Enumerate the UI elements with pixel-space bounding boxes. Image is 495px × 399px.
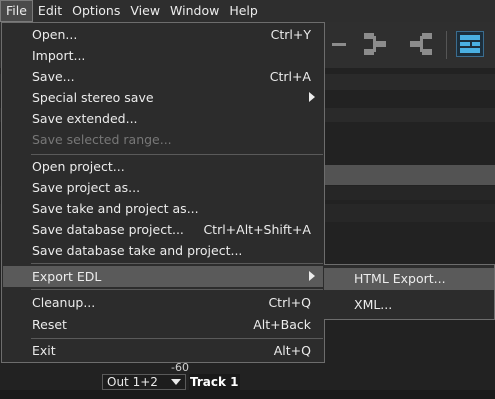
minus-tool-icon[interactable] [326,31,354,57]
tree-branch-icon[interactable] [408,31,436,57]
menu-item-label: Save selected range... [32,132,172,147]
menu-item-save-database-take-and-project[interactable]: Save database take and project... [3,240,323,261]
menu-separator [31,289,323,290]
menu-item-label: Open... [32,27,78,42]
menu-item-label: Save... [32,69,75,84]
menu-item-shortcut: Ctrl+Y [270,27,311,42]
menu-item-label: Cleanup... [32,295,96,310]
selected-region [325,165,495,185]
menu-item-shortcut: Alt+Q [273,343,311,358]
menu-item-label: Export EDL [32,269,102,284]
menu-options[interactable]: Options [67,0,125,22]
menu-edit[interactable]: Edit [33,0,67,22]
structure-view-icon[interactable] [456,31,484,57]
menu-item-save-selected-range: Save selected range... [3,129,323,150]
menu-separator [31,154,323,155]
menu-item-label: Save database project... [32,222,184,237]
menu-item-exit[interactable]: Exit Alt+Q [3,340,323,361]
menu-item-label: Save extended... [32,111,138,126]
menu-item-shortcut: Ctrl+Alt+Shift+A [203,222,311,237]
menu-item-special-stereo-save[interactable]: Special stereo save [3,87,323,108]
menu-item-shortcut: Ctrl+Q [268,295,311,310]
track-name[interactable]: Track 1 [189,374,240,390]
menu-item-open[interactable]: Open... Ctrl+Y [3,24,323,45]
submenu-item-label: HTML Export... [354,271,446,286]
menu-item-export-edl[interactable]: Export EDL [3,266,323,287]
menu-item-label: Save database take and project... [32,243,243,258]
menu-item-label: Special stereo save [32,90,154,105]
menu-file[interactable]: File [0,0,33,22]
toolbar-separator [446,31,447,59]
horizontal-scrollbar[interactable] [0,390,495,399]
menu-item-save[interactable]: Save... Ctrl+A [3,66,323,87]
menu-separator [31,338,323,339]
menu-item-reset[interactable]: Reset Alt+Back [3,314,323,335]
export-edl-submenu: HTML Export... XML... [324,264,495,320]
menu-item-label: Save take and project as... [32,201,199,216]
submenu-item-label: XML... [354,297,393,312]
menu-item-shortcut: Alt+Back [253,317,311,332]
submenu-arrow-icon [309,92,315,102]
menu-item-label: Open project... [32,159,125,174]
menubar: File Edit Options View Window Help [0,0,495,22]
menu-item-label: Exit [32,343,56,358]
menu-item-shortcut: Ctrl+A [269,69,311,84]
submenu-item-xml[interactable]: XML... [324,294,494,316]
menu-item-open-project[interactable]: Open project... [3,156,323,177]
output-select-value: Out 1+2 [107,375,158,389]
tree-layout-icon[interactable] [362,31,390,57]
menu-window[interactable]: Window [165,0,224,22]
menu-item-save-extended[interactable]: Save extended... [3,108,323,129]
output-select[interactable]: Out 1+2 [102,374,186,390]
file-menu-dropdown: Open... Ctrl+Y Import... Save... Ctrl+A … [1,22,325,363]
submenu-arrow-icon [309,271,315,281]
menu-item-label: Reset [32,317,67,332]
submenu-item-html-export[interactable]: HTML Export... [324,268,494,290]
menu-item-save-project-as[interactable]: Save project as... [3,177,323,198]
menu-item-save-take-and-project-as[interactable]: Save take and project as... [3,198,323,219]
menu-help[interactable]: Help [224,0,263,22]
menu-item-label: Save project as... [32,180,141,195]
menu-item-cleanup[interactable]: Cleanup... Ctrl+Q [3,292,323,313]
menu-item-import[interactable]: Import... [3,45,323,66]
menu-item-save-database-project[interactable]: Save database project... Ctrl+Alt+Shift+… [3,219,323,240]
menu-separator [31,263,323,264]
chevron-down-icon [171,379,181,385]
menu-item-label: Import... [32,48,86,63]
menu-view[interactable]: View [125,0,165,22]
